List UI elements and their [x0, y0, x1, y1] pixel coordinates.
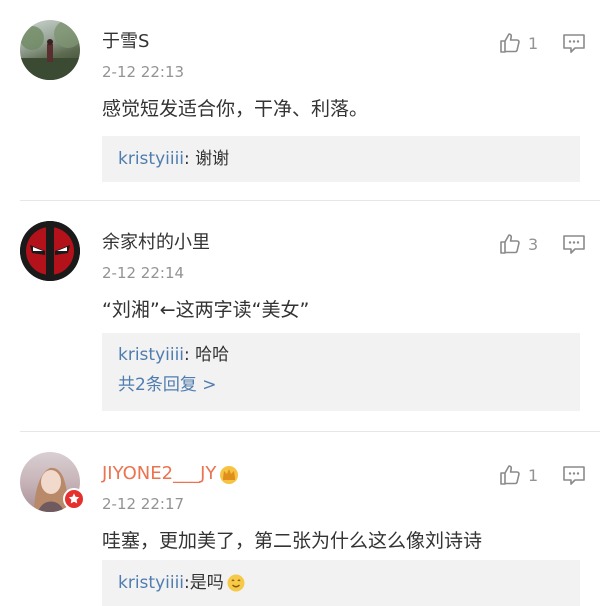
comment-text: 哇塞，更加美了，第二张为什么这么像刘诗诗 [102, 530, 483, 552]
reply-box[interactable]: kristyiiii: 谢谢 [102, 136, 580, 182]
thumbs-up-icon [500, 465, 520, 485]
crown-icon [220, 466, 239, 484]
comment-icon[interactable] [562, 32, 586, 54]
avatar[interactable] [20, 20, 80, 80]
like-button[interactable]: 1 [498, 30, 538, 56]
comment-text: “刘湘”←这两字读“美女” [102, 299, 310, 321]
reply-author[interactable]: kristyiiii [118, 149, 184, 169]
username[interactable]: JIYONE2___JY [102, 462, 240, 486]
comment-icon[interactable] [562, 233, 586, 255]
emoji-icon [227, 574, 245, 592]
avatar-photo [20, 221, 80, 281]
like-count: 1 [528, 33, 539, 53]
avatar-photo [20, 20, 80, 80]
like-count: 3 [528, 234, 539, 254]
comment-icon[interactable] [562, 464, 586, 486]
reply-line: kristyiiii: 谢谢 [118, 147, 229, 171]
timestamp: 2-12 22:17 [102, 495, 185, 513]
reply-line: kristyiiii: 是吗 [118, 571, 246, 595]
avatar[interactable] [20, 221, 80, 281]
comment-text: 感觉短发适合你，干净、利落。 [102, 98, 369, 120]
reply-box[interactable]: kristyiiii: 是吗 [102, 560, 580, 606]
reply-author[interactable]: kristyiiii [118, 345, 184, 365]
username-text: JIYONE2___JY [102, 463, 217, 484]
reply-line: kristyiiii: 哈哈 [118, 343, 229, 367]
reply-text: 哈哈 [189, 345, 230, 365]
thumbs-up-icon [500, 234, 520, 254]
verified-badge-icon [63, 488, 85, 510]
reply-text: 谢谢 [189, 149, 230, 169]
thumbs-up-icon [500, 33, 520, 53]
username[interactable]: 于雪S [102, 30, 149, 54]
comment-item: 于雪S 2-12 22:13 1 感觉短发适合你，干净、利落。 kristyii… [0, 0, 600, 200]
comment-item: JIYONE2___JY 2-12 22:17 1 哇塞，更加美了，第二张为什么… [0, 432, 600, 606]
username[interactable]: 余家村的小里 [102, 231, 210, 255]
view-more-replies-link[interactable]: 共2条回复 > [118, 373, 216, 397]
like-count: 1 [528, 465, 539, 485]
reply-text: 是吗 [189, 573, 224, 593]
reply-author[interactable]: kristyiiii [118, 571, 184, 595]
like-button[interactable]: 3 [498, 231, 538, 257]
comment-item: 余家村的小里 2-12 22:14 3 “刘湘”←这两字读“美女” kristy… [0, 201, 600, 431]
timestamp: 2-12 22:14 [102, 264, 185, 282]
reply-box[interactable]: kristyiiii: 哈哈 共2条回复 > [102, 333, 580, 411]
like-button[interactable]: 1 [498, 462, 538, 488]
timestamp: 2-12 22:13 [102, 63, 185, 81]
